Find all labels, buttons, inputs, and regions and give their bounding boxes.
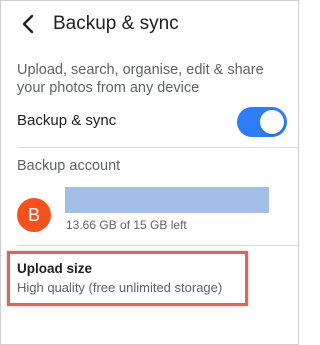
upload-size-setting[interactable]: Upload size High quality (free unlimited… <box>7 251 248 306</box>
page-title: Backup & sync <box>53 13 179 34</box>
backup-sync-label: Backup & sync <box>17 112 117 129</box>
back-button[interactable] <box>15 11 41 37</box>
upload-size-value: High quality (free unlimited storage) <box>17 280 223 295</box>
toggle-knob <box>260 110 284 134</box>
upload-size-title: Upload size <box>17 261 93 276</box>
backup-account-label: Backup account <box>17 158 121 174</box>
avatar: B <box>17 198 51 232</box>
chevron-left-icon <box>22 14 34 34</box>
app-bar: Backup & sync <box>1 1 298 49</box>
storage-remaining: 13.66 GB of 15 GB left <box>66 218 187 232</box>
settings-screen: Backup & sync Upload, search, organise, … <box>0 0 299 345</box>
divider <box>17 147 298 148</box>
redacted-email <box>65 187 269 213</box>
divider <box>17 245 298 246</box>
backup-description: Upload, search, organise, edit & share y… <box>17 62 264 96</box>
backup-account-row[interactable]: B 13.66 GB of 15 GB left <box>1 185 298 241</box>
backup-sync-toggle[interactable] <box>237 107 287 137</box>
